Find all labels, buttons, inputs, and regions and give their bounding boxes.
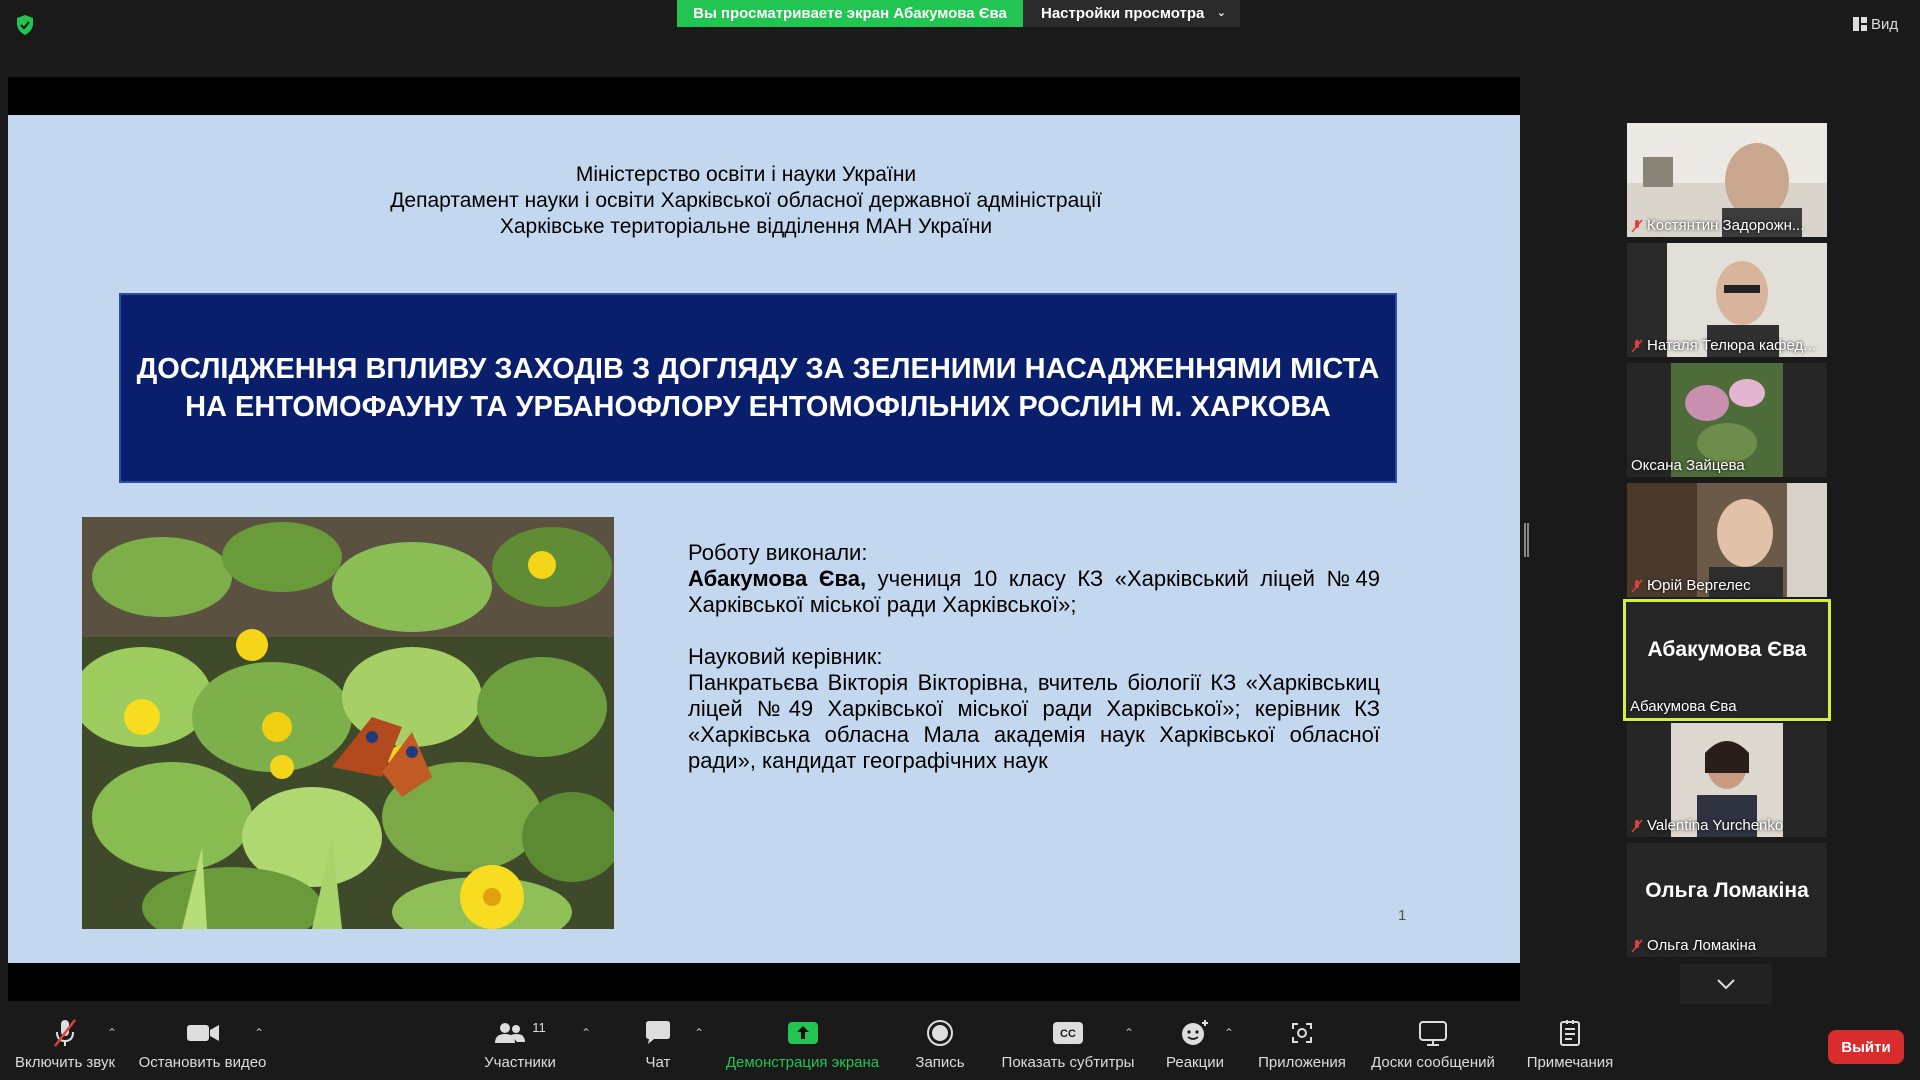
author-name: Абакумова Єва, [688, 566, 867, 591]
slide-page-number: 1 [1398, 907, 1407, 924]
participant-tile[interactable]: Оксана Зайцева [1627, 363, 1827, 477]
participant-name: Оксана Зайцева [1631, 457, 1745, 474]
leave-meeting-button[interactable]: Выйти [1828, 1030, 1904, 1064]
participant-tile[interactable]: Valentina Yurchenko [1627, 723, 1827, 837]
reactions-button[interactable]: Реакции [1160, 1016, 1230, 1076]
participant-name: Костянтин Задорожн... [1631, 217, 1804, 234]
participant-name: Valentina Yurchenko [1631, 817, 1783, 834]
unmute-button[interactable]: Включить звук [10, 1016, 120, 1076]
supervisor-label: Науковий керівник: [688, 644, 883, 669]
mic-muted-icon [1631, 579, 1643, 592]
chevron-down-icon [1717, 979, 1735, 989]
slide-title: ДОСЛІДЖЕННЯ ВПЛИВУ ЗАХОДІВ З ДОГЛЯДУ ЗА … [136, 353, 1380, 423]
apps-button[interactable]: Приложения [1252, 1016, 1352, 1076]
panel-resize-handle[interactable] [1524, 523, 1529, 557]
chevron-down-icon: ⌄ [1216, 7, 1226, 19]
screen-share-banner: Вы просматриваете экран Абакумова Єва [677, 0, 1023, 27]
notes-button[interactable]: Примечания [1515, 1016, 1625, 1076]
slide-header-line: Харківське територіальне відділення МАН … [499, 215, 993, 238]
view-settings-dropdown[interactable]: Настройки просмотра ⌄ [1023, 0, 1240, 27]
authors-label: Роботу виконали: [688, 540, 868, 565]
captions-options-caret[interactable]: ⌃ [1124, 1026, 1134, 1040]
participant-tile[interactable]: Наталя Телюра кафед... [1627, 243, 1827, 357]
record-button[interactable]: Запись [905, 1016, 975, 1076]
whiteboard-icon [1419, 1021, 1447, 1046]
share-screen-icon [787, 1022, 818, 1044]
slide-header: Міністерство освіти і науки України Депа… [8, 162, 1484, 240]
mic-muted-icon [1631, 819, 1643, 832]
record-icon [927, 1020, 953, 1046]
mic-muted-icon [54, 1019, 76, 1047]
share-screen-button[interactable]: Демонстрация экрана [720, 1016, 885, 1076]
slide-title-box: ДОСЛІДЖЕННЯ ВПЛИВУ ЗАХОДІВ З ДОГЛЯДУ ЗА … [119, 293, 1397, 483]
flowers-butterfly-photo [82, 517, 614, 929]
author-paragraph: Абакумова Єва, учениця 10 класу КЗ «Харк… [688, 566, 1380, 618]
shared-slide: Міністерство освіти і науки України Депа… [8, 115, 1520, 963]
view-settings-label: Настройки просмотра [1041, 5, 1205, 22]
notes-icon [1560, 1020, 1580, 1046]
chat-bubble-icon [646, 1021, 670, 1044]
participants-options-caret[interactable]: ⌃ [581, 1026, 591, 1040]
participants-button[interactable]: 11 Участники [480, 1016, 560, 1076]
reactions-options-caret[interactable]: ⌃ [1224, 1026, 1234, 1040]
slide-info: Роботу виконали: Абакумова Єва, учениця … [688, 540, 1380, 774]
view-button-label: Вид [1871, 15, 1899, 33]
slide-header-line: Департамент науки і освіти Харківської о… [390, 189, 1102, 212]
supervisor-description: Панкратьєва Вікторія Вікторівна, вчитель… [688, 670, 1380, 773]
reactions-smiley-icon [1182, 1020, 1208, 1045]
video-options-caret[interactable]: ⌃ [254, 1026, 264, 1040]
video-camera-icon [186, 1025, 219, 1041]
participant-name: Юрій Вергелес [1631, 577, 1751, 594]
svg-text:CC: CC [1060, 1028, 1076, 1040]
show-captions-button[interactable]: CC Показать субтитры [998, 1016, 1138, 1076]
view-button[interactable]: Вид [1853, 12, 1898, 36]
shared-screen-letterbox-bottom [8, 963, 1520, 1001]
participant-display-name: Абакумова Єва [1647, 638, 1807, 661]
security-shield-icon[interactable] [14, 14, 36, 36]
participant-tile[interactable]: Юрій Вергелес [1627, 483, 1827, 597]
chat-options-caret[interactable]: ⌃ [694, 1026, 704, 1040]
whiteboards-button[interactable]: Доски сообщений [1363, 1016, 1503, 1076]
participant-name: Абакумова Єва [1630, 698, 1737, 715]
participant-tile[interactable]: Ольга Ломакіна Ольга Ломакіна [1627, 843, 1827, 957]
mic-muted-icon [1631, 939, 1643, 952]
participant-name: Ольга Ломакіна [1631, 937, 1756, 954]
closed-captions-icon: CC [1053, 1022, 1083, 1044]
slide-header-line: Міністерство освіти і науки України [575, 163, 917, 186]
participants-icon [495, 1023, 526, 1043]
stop-video-button[interactable]: Остановить видео [135, 1016, 270, 1076]
mic-muted-icon [1631, 339, 1643, 352]
audio-options-caret[interactable]: ⌃ [107, 1026, 117, 1040]
participant-tile-active-speaker[interactable]: Абакумова Єва Абакумова Єва [1623, 599, 1831, 721]
participant-display-name: Ольга Ломакіна [1645, 879, 1809, 902]
view-grid-icon [1853, 17, 1867, 31]
gallery-scroll-down-button[interactable] [1680, 964, 1772, 1004]
participant-name: Наталя Телюра кафед... [1631, 337, 1816, 354]
chat-button[interactable]: Чат [628, 1016, 688, 1076]
participant-tile[interactable]: Костянтин Задорожн... [1627, 123, 1827, 237]
participants-count: 11 [532, 1019, 546, 1035]
mic-muted-icon [1631, 219, 1643, 232]
apps-icon [1292, 1023, 1312, 1043]
shared-screen-letterbox-top [8, 77, 1520, 115]
